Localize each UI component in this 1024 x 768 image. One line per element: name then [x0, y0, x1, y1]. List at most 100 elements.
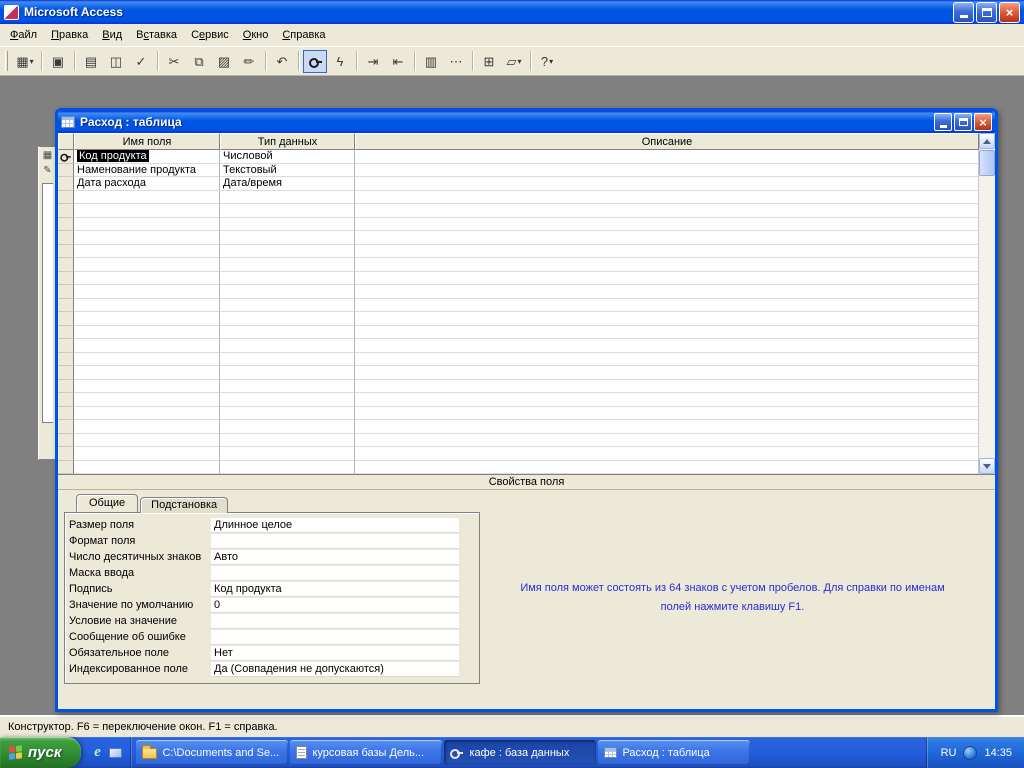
field-name-cell[interactable] [74, 258, 220, 272]
field-name-cell[interactable]: Наменование продукта [74, 163, 220, 177]
field-name-cell[interactable] [74, 460, 220, 474]
column-header-field-name[interactable]: Имя поля [74, 133, 220, 150]
start-button[interactable]: пуск [0, 737, 82, 768]
property-value[interactable] [211, 533, 459, 549]
clock[interactable]: 14:35 [984, 747, 1012, 759]
scroll-up-button[interactable] [979, 133, 995, 149]
field-name-cell[interactable] [74, 339, 220, 353]
toolbar-grip[interactable] [5, 51, 8, 71]
property-value[interactable] [211, 629, 459, 645]
row-selector[interactable] [58, 366, 74, 380]
spelling-button[interactable]: ✓ [129, 50, 153, 73]
menu-view[interactable]: Вид [95, 25, 129, 45]
help-button[interactable]: ? ▾ [535, 50, 559, 73]
taskbar-button[interactable]: Расход : таблица [598, 740, 751, 765]
data-type-cell[interactable] [220, 339, 355, 353]
property-value[interactable]: Нет [211, 645, 459, 661]
description-cell[interactable] [355, 406, 979, 420]
internet-explorer-icon[interactable]: e [89, 744, 105, 761]
description-cell[interactable] [355, 163, 979, 177]
row-selector[interactable] [58, 177, 74, 191]
row-selector[interactable] [58, 352, 74, 366]
data-type-cell[interactable] [220, 258, 355, 272]
description-cell[interactable] [355, 258, 979, 272]
view-button[interactable]: ▦ ▾ [13, 50, 37, 73]
field-name-cell[interactable] [74, 366, 220, 380]
row-selector[interactable] [58, 406, 74, 420]
row-selector[interactable] [58, 271, 74, 285]
menu-edit[interactable]: Правка [44, 25, 95, 45]
row-selector[interactable] [58, 298, 74, 312]
row-selector[interactable] [58, 231, 74, 245]
menu-window[interactable]: Окно [236, 25, 276, 45]
row-selector[interactable] [58, 163, 74, 177]
data-type-cell[interactable]: Текстовый [220, 163, 355, 177]
description-cell[interactable] [355, 285, 979, 299]
properties-button[interactable]: ▥ [419, 50, 443, 73]
description-cell[interactable] [355, 244, 979, 258]
scroll-down-button[interactable] [979, 458, 995, 474]
tray-icon[interactable] [963, 745, 978, 760]
background-toolbar-icon[interactable]: ✎ [40, 165, 55, 179]
cut-button[interactable]: ✂ [162, 50, 186, 73]
description-cell[interactable] [355, 420, 979, 434]
data-type-cell[interactable] [220, 190, 355, 204]
insert-rows-button[interactable]: ⇥ [361, 50, 385, 73]
description-cell[interactable] [355, 150, 979, 164]
description-cell[interactable] [355, 231, 979, 245]
indexes-button[interactable]: ϟ [328, 50, 352, 73]
print-preview-button[interactable]: ◫ [104, 50, 128, 73]
data-type-cell[interactable] [220, 460, 355, 474]
background-toolbar-icon[interactable]: ▦ [40, 150, 55, 164]
field-name-cell[interactable] [74, 379, 220, 393]
row-selector[interactable] [58, 285, 74, 299]
child-maximize-button[interactable] [954, 113, 972, 131]
field-name-cell[interactable] [74, 433, 220, 447]
table-design-titlebar[interactable]: Расход : таблица × [58, 111, 995, 133]
property-value[interactable]: Авто [211, 549, 459, 565]
description-cell[interactable] [355, 433, 979, 447]
description-cell[interactable] [355, 447, 979, 461]
description-cell[interactable] [355, 393, 979, 407]
minimize-button[interactable] [953, 1, 974, 23]
row-selector[interactable] [58, 217, 74, 231]
scrollbar-thumb[interactable] [979, 150, 995, 176]
description-cell[interactable] [355, 271, 979, 285]
close-button[interactable]: × [999, 1, 1020, 23]
delete-rows-button[interactable]: ⇤ [386, 50, 410, 73]
menu-file[interactable]: Файл [3, 25, 44, 45]
row-selector[interactable] [58, 379, 74, 393]
data-type-cell[interactable] [220, 406, 355, 420]
copy-button[interactable]: ⧉ [187, 50, 211, 73]
row-selector[interactable] [58, 150, 74, 164]
row-selector[interactable] [58, 325, 74, 339]
menu-insert[interactable]: Вставка [129, 25, 184, 45]
vertical-scrollbar[interactable] [979, 133, 995, 474]
taskbar-button[interactable]: курсовая базы Дель... [290, 740, 443, 765]
data-type-cell[interactable] [220, 366, 355, 380]
menu-help[interactable]: Справка [275, 25, 332, 45]
description-cell[interactable] [355, 204, 979, 218]
row-selector[interactable] [58, 393, 74, 407]
data-type-cell[interactable] [220, 447, 355, 461]
data-type-cell[interactable] [220, 285, 355, 299]
field-name-cell[interactable] [74, 190, 220, 204]
tab-general[interactable]: Общие [76, 494, 139, 512]
row-selector[interactable] [58, 420, 74, 434]
application-titlebar[interactable]: Microsoft Access × [0, 0, 1024, 24]
paste-button[interactable]: ▨ [212, 50, 236, 73]
tab-lookup[interactable]: Подстановка [140, 497, 229, 513]
field-name-cell[interactable] [74, 298, 220, 312]
primary-key-button[interactable] [303, 49, 327, 73]
description-cell[interactable] [355, 312, 979, 326]
row-selector[interactable] [58, 447, 74, 461]
child-close-button[interactable]: × [974, 113, 992, 131]
data-type-cell[interactable] [220, 244, 355, 258]
database-window-button[interactable]: ⊞ [477, 50, 501, 73]
description-cell[interactable] [355, 352, 979, 366]
data-type-cell[interactable] [220, 379, 355, 393]
new-object-button[interactable]: ▱ ▾ [502, 50, 526, 73]
data-type-cell[interactable] [220, 217, 355, 231]
field-name-cell[interactable] [74, 325, 220, 339]
taskbar-button[interactable]: кафе : база данных [444, 740, 597, 765]
